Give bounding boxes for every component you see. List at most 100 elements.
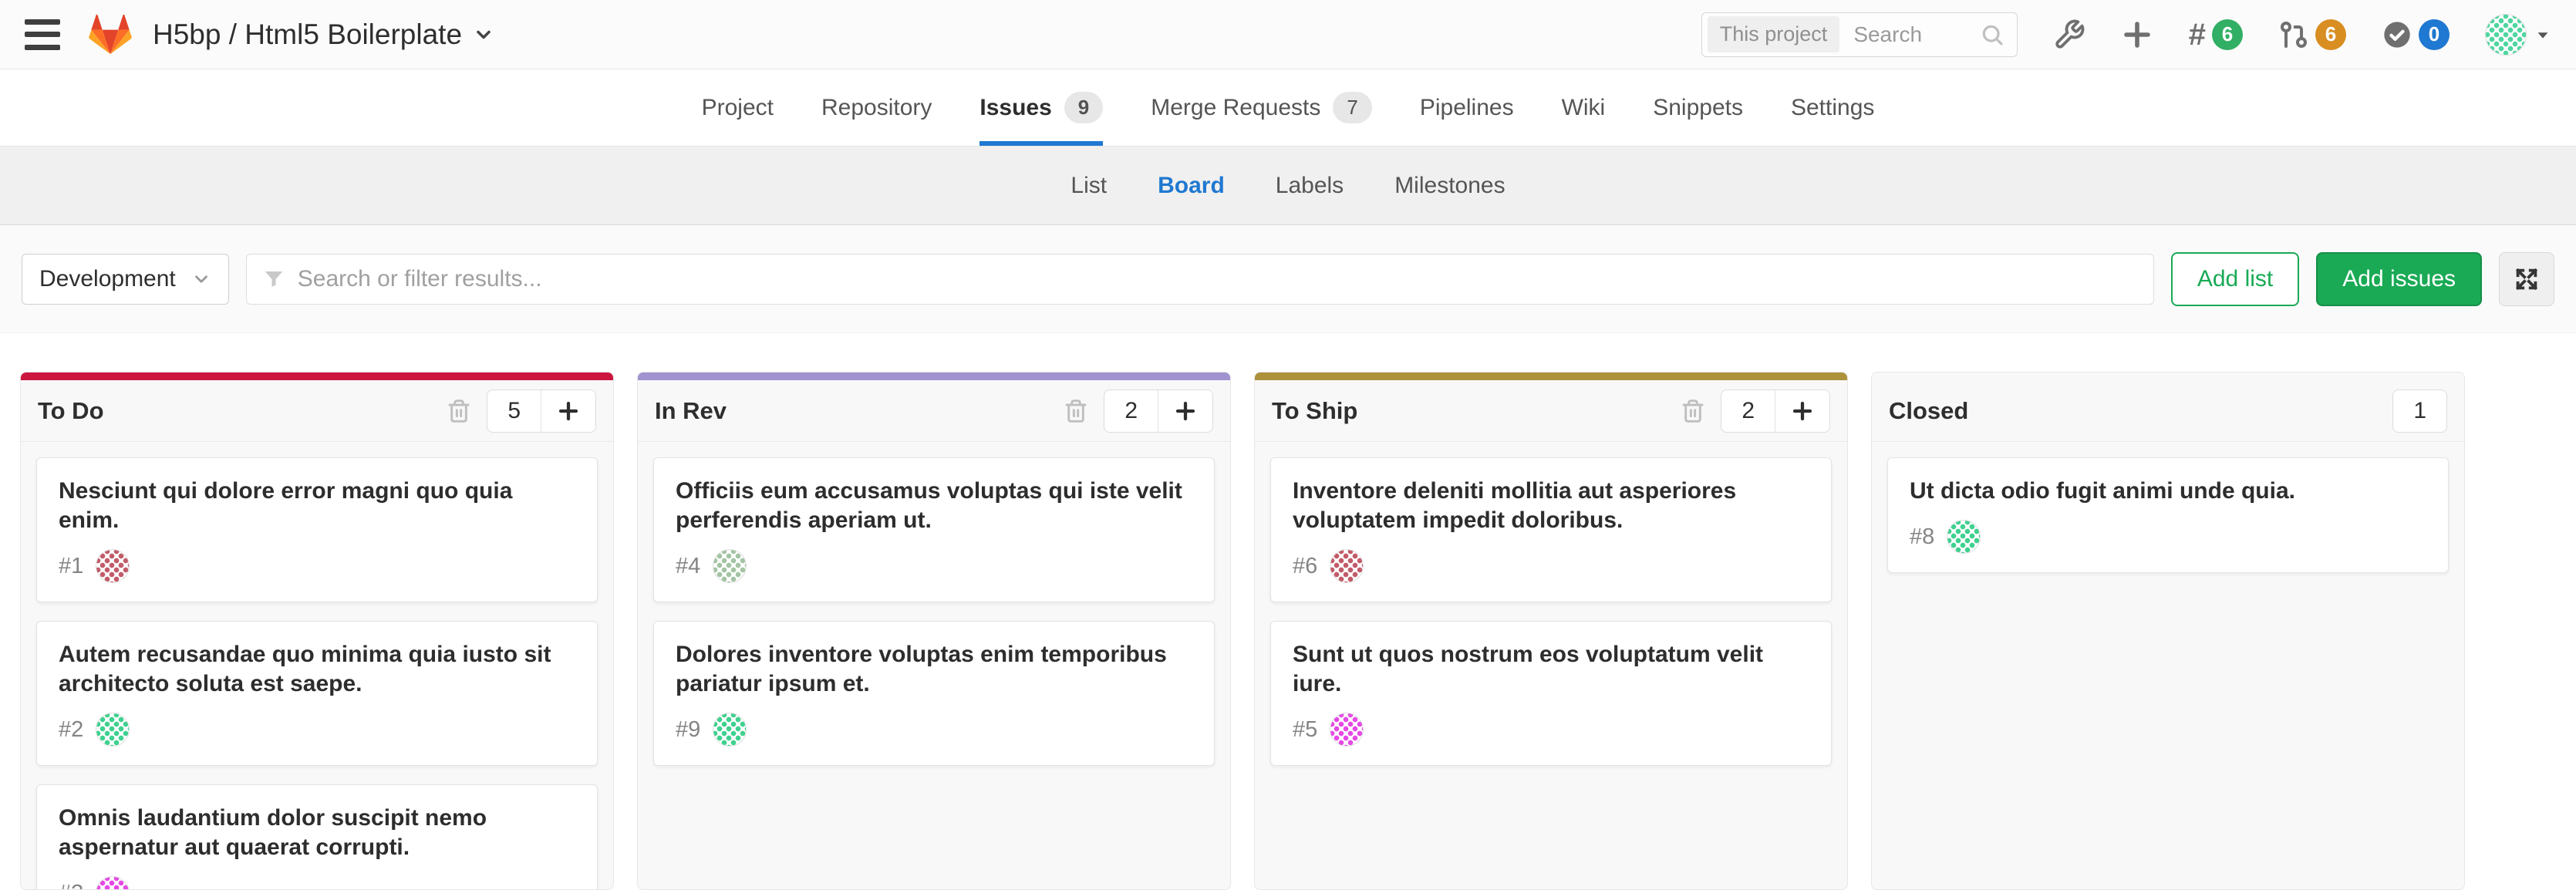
issue-card[interactable]: Officiis eum accusamus voluptas qui iste…: [653, 457, 1215, 602]
column-title: Closed: [1889, 397, 1968, 425]
add-card-button[interactable]: [541, 390, 595, 432]
todos-button[interactable]: 0: [2382, 19, 2450, 50]
issue-card[interactable]: Inventore deleniti mollitia aut asperior…: [1270, 457, 1832, 602]
tab-issues[interactable]: Issues9: [979, 69, 1103, 146]
issue-card-title[interactable]: Ut dicta odio fugit animi unde quia.: [1910, 477, 2426, 506]
add-card-icon: [1174, 399, 1197, 423]
board-filter-bar: Development Add list Add issues: [0, 225, 2576, 333]
tab-project[interactable]: Project: [702, 69, 774, 146]
add-card-icon: [1791, 399, 1814, 423]
assignee-avatar: [96, 876, 130, 889]
issue-card-title[interactable]: Officiis eum accusamus voluptas qui iste…: [676, 477, 1192, 535]
column-title: In Rev: [655, 397, 727, 425]
subtab-list[interactable]: List: [1071, 173, 1107, 199]
assigned-mrs-button[interactable]: 6: [2278, 19, 2346, 50]
issue-number: #5: [1293, 717, 1317, 743]
issues-hash-icon: #: [2189, 19, 2206, 50]
assignee-avatar: [1330, 713, 1364, 747]
assignee-avatar: [713, 713, 747, 747]
assignee-avatar: [1947, 520, 1981, 554]
column-accent-bar: [638, 373, 1230, 380]
caret-down-icon: [2534, 26, 2551, 43]
top-navbar: H5bp / Html5 Boilerplate This project Se…: [0, 0, 2576, 69]
assigned-issues-button[interactable]: # 6: [2189, 19, 2243, 50]
filter-search-input[interactable]: [298, 266, 2138, 292]
delete-list-button[interactable]: [1064, 399, 1088, 423]
search-placeholder: Search: [1853, 22, 1979, 47]
board-column-inrev: In Rev 2 Officiis eum accusamus voluptas…: [637, 372, 1231, 890]
add-issues-button[interactable]: Add issues: [2316, 252, 2482, 306]
gitlab-logo-icon[interactable]: [88, 13, 133, 56]
issues-count-badge: 6: [2212, 19, 2243, 50]
project-title-text: H5bp / Html5 Boilerplate: [153, 19, 462, 51]
milestone-dropdown[interactable]: Development: [22, 254, 229, 305]
issue-card-title[interactable]: Sunt ut quos nostrum eos voluptatum veli…: [1293, 640, 1809, 699]
new-plus-button[interactable]: [2121, 19, 2153, 51]
add-card-button[interactable]: [1158, 390, 1212, 432]
tab-wiki[interactable]: Wiki: [1562, 69, 1606, 146]
fullscreen-expand-icon: [2512, 265, 2541, 294]
card-list: Ut dicta odio fugit animi unde quia. #8: [1872, 442, 2464, 889]
column-count-pill: 1: [2392, 389, 2447, 433]
column-title: To Ship: [1272, 397, 1357, 425]
column-accent-bar: [1255, 373, 1847, 380]
issue-card-title[interactable]: Inventore deleniti mollitia aut asperior…: [1293, 477, 1809, 535]
subtab-labels[interactable]: Labels: [1276, 173, 1344, 199]
issues-tab-badge: 9: [1064, 92, 1103, 123]
issue-number: #4: [676, 554, 700, 579]
add-list-button[interactable]: Add list: [2171, 252, 2299, 306]
issue-card[interactable]: Nesciunt qui dolore error magni quo quia…: [36, 457, 598, 602]
issue-number: #1: [59, 554, 83, 579]
global-search-box[interactable]: This project Search: [1701, 12, 2018, 57]
issue-number: #3: [59, 881, 83, 890]
column-header: To Ship 2: [1255, 380, 1847, 442]
issue-card-title[interactable]: Omnis laudantium dolor suscipit nemo asp…: [59, 804, 575, 862]
card-list: Nesciunt qui dolore error magni quo quia…: [21, 442, 613, 889]
add-card-button[interactable]: [1775, 390, 1829, 432]
delete-list-button[interactable]: [1681, 399, 1705, 423]
tab-repository[interactable]: Repository: [821, 69, 932, 146]
admin-wrench-button[interactable]: [2053, 19, 2085, 51]
issue-card[interactable]: Ut dicta odio fugit animi unde quia. #8: [1887, 457, 2449, 573]
issue-number: #8: [1910, 524, 1934, 550]
issue-number: #9: [676, 717, 700, 743]
search-scope-chip[interactable]: This project: [1708, 16, 1840, 52]
board-column-closed: Closed 1 Ut dicta odio fugit animi unde …: [1871, 372, 2465, 890]
tab-snippets[interactable]: Snippets: [1653, 69, 1743, 146]
trash-icon: [1681, 399, 1705, 423]
issue-card-title[interactable]: Nesciunt qui dolore error magni quo quia…: [59, 477, 575, 535]
delete-list-button[interactable]: [447, 399, 471, 423]
issues-sub-nav: List Board Labels Milestones: [0, 147, 2576, 225]
issue-card[interactable]: Autem recusandae quo minima quia iusto s…: [36, 621, 598, 766]
column-header: To Do 5: [21, 380, 613, 442]
column-header: Closed 1: [1872, 380, 2464, 442]
project-breadcrumb[interactable]: H5bp / Html5 Boilerplate: [153, 19, 494, 51]
assignee-avatar: [96, 713, 130, 747]
subtab-board[interactable]: Board: [1158, 173, 1225, 199]
fullscreen-button[interactable]: [2499, 252, 2554, 306]
column-count-pill: 5: [487, 389, 596, 433]
user-menu-button[interactable]: [2485, 14, 2551, 56]
card-list: Inventore deleniti mollitia aut asperior…: [1255, 442, 1847, 889]
issue-board: To Do 5 Nesciunt qui dolore error magni …: [0, 333, 2576, 890]
issue-number: #2: [59, 717, 83, 743]
issue-card[interactable]: Sunt ut quos nostrum eos voluptatum veli…: [1270, 621, 1832, 766]
column-accent-bar: [1872, 373, 2464, 380]
column-count-pill: 2: [1721, 389, 1830, 433]
tab-pipelines[interactable]: Pipelines: [1420, 69, 1514, 146]
assignee-avatar: [1330, 549, 1364, 583]
issue-card[interactable]: Omnis laudantium dolor suscipit nemo asp…: [36, 784, 598, 889]
issue-card[interactable]: Dolores inventore voluptas enim temporib…: [653, 621, 1215, 766]
todos-count-badge: 0: [2419, 19, 2450, 50]
navbar-actions: This project Search # 6 6 0: [1701, 12, 2551, 57]
assignee-avatar: [713, 549, 747, 583]
issue-card-title[interactable]: Dolores inventore voluptas enim temporib…: [676, 640, 1192, 699]
hamburger-menu-icon[interactable]: [25, 19, 60, 50]
issue-card-title[interactable]: Autem recusandae quo minima quia iusto s…: [59, 640, 575, 699]
mr-count-badge: 6: [2315, 19, 2346, 50]
tab-settings[interactable]: Settings: [1791, 69, 1874, 146]
wrench-icon: [2053, 19, 2085, 51]
tab-merge-requests[interactable]: Merge Requests7: [1151, 69, 1372, 146]
subtab-milestones[interactable]: Milestones: [1394, 173, 1505, 199]
milestone-dropdown-value: Development: [39, 266, 176, 292]
